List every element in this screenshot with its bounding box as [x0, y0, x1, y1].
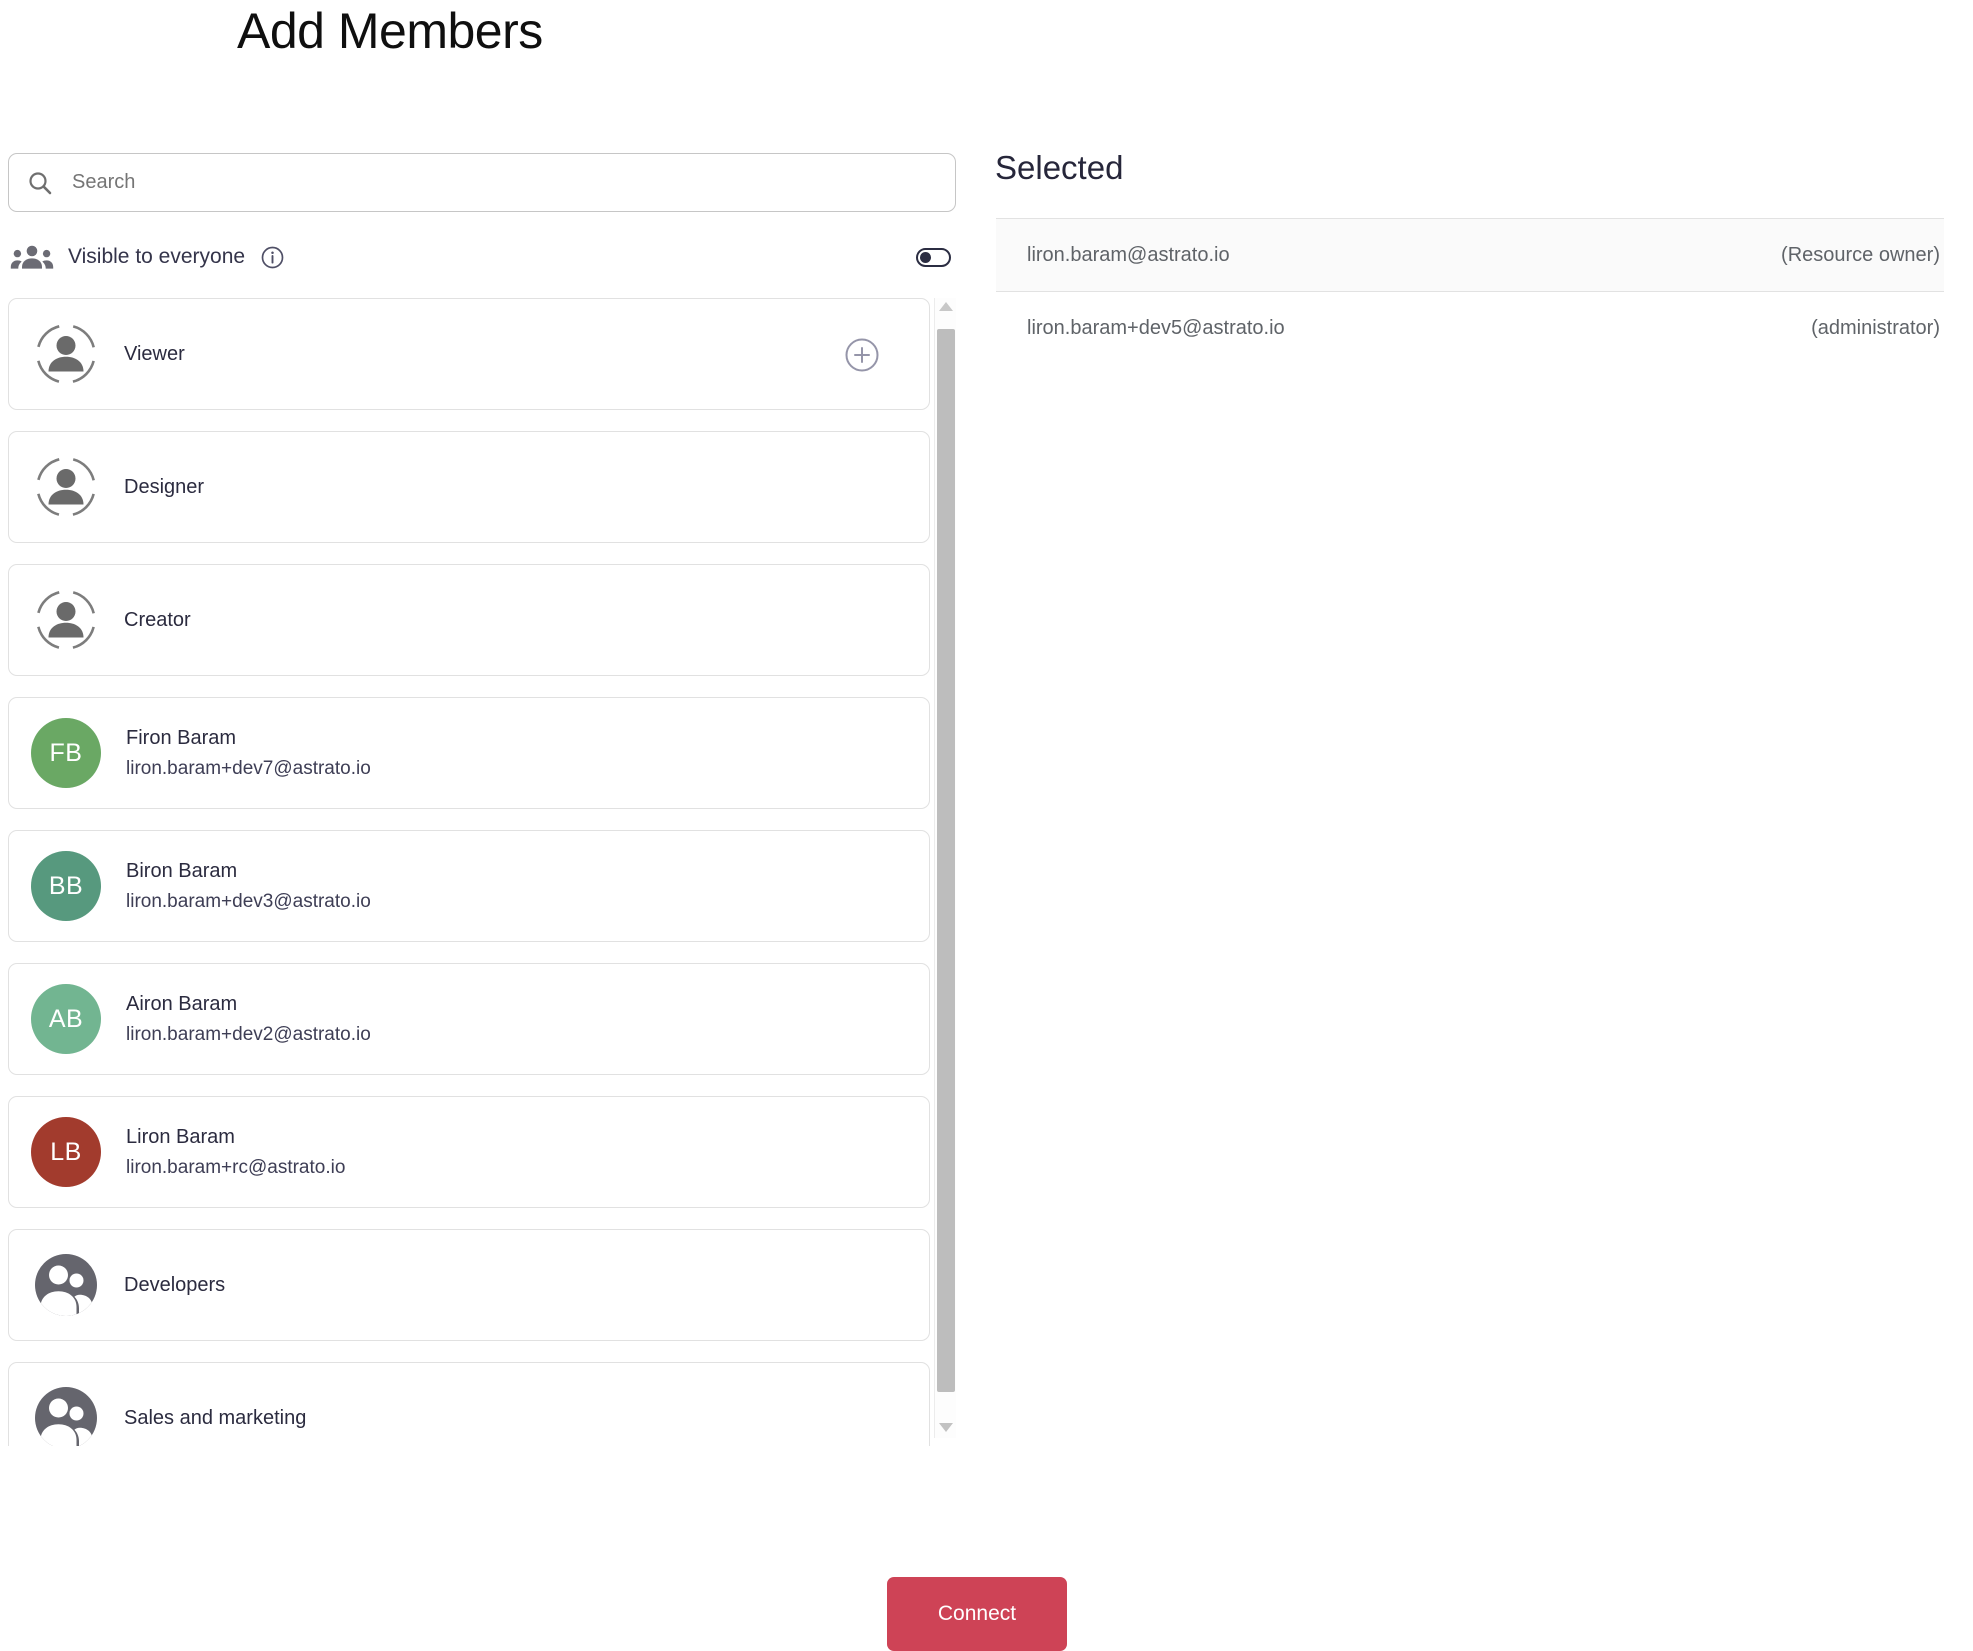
- avatar: BB: [31, 851, 101, 921]
- group-avatar-icon: [35, 1387, 97, 1446]
- member-email: liron.baram+rc@astrato.io: [126, 1156, 346, 1178]
- page-title: Add Members: [237, 3, 543, 59]
- user-info: Firon Baram liron.baram+dev7@astrato.io: [126, 727, 371, 780]
- member-email: liron.baram+dev3@astrato.io: [126, 890, 371, 912]
- member-card-group[interactable]: Sales and marketing: [8, 1362, 930, 1446]
- member-email: liron.baram+dev2@astrato.io: [126, 1023, 371, 1045]
- visibility-toggle[interactable]: [916, 247, 951, 267]
- search-box[interactable]: [8, 153, 956, 212]
- user-info: Liron Baram liron.baram+rc@astrato.io: [126, 1126, 345, 1179]
- member-label: Sales and marketing: [124, 1406, 307, 1429]
- selected-row: liron.baram@astrato.io (Resource owner): [996, 218, 1944, 291]
- member-name: Airon Baram: [126, 992, 238, 1015]
- member-card-role[interactable]: Viewer: [8, 298, 930, 410]
- scroll-thumb[interactable]: [937, 329, 955, 1392]
- scroll-up-arrow-icon[interactable]: [939, 302, 953, 311]
- member-name: Biron Baram: [126, 859, 238, 882]
- selected-list: liron.baram@astrato.io (Resource owner) li…: [996, 218, 1944, 364]
- member-label: Creator: [124, 608, 191, 631]
- role-avatar-icon: [35, 589, 97, 651]
- member-label: Developers: [124, 1273, 226, 1296]
- member-email: liron.baram+dev7@astrato.io: [126, 757, 371, 779]
- selected-email: liron.baram@astrato.io: [1027, 243, 1230, 266]
- selected-role: (Resource owner): [1781, 243, 1940, 266]
- member-name: Liron Baram: [126, 1125, 235, 1148]
- member-card-user[interactable]: AB Airon Baram liron.baram+dev2@astrato.io: [8, 963, 930, 1075]
- selected-heading: Selected: [995, 149, 1124, 186]
- search-icon: [29, 171, 52, 194]
- add-member-button[interactable]: [845, 338, 879, 372]
- selected-email: liron.baram+dev5@astrato.io: [1027, 316, 1285, 339]
- groups-icon: [10, 245, 54, 269]
- member-label: Viewer: [124, 342, 185, 365]
- group-avatar-icon: [35, 1254, 97, 1316]
- member-card-user[interactable]: FB Firon Baram liron.baram+dev7@astrato.io: [8, 697, 930, 809]
- scroll-down-arrow-icon[interactable]: [939, 1423, 953, 1432]
- connect-button[interactable]: Connect: [887, 1577, 1067, 1651]
- member-label: Designer: [124, 475, 205, 498]
- visibility-label: Visible to everyone: [68, 245, 246, 268]
- member-card-role[interactable]: Designer: [8, 431, 930, 543]
- avatar: FB: [31, 718, 101, 788]
- toggle-knob: [920, 251, 931, 263]
- member-card-user[interactable]: LB Liron Baram liron.baram+rc@astrato.io: [8, 1096, 930, 1208]
- avatar: LB: [31, 1117, 101, 1187]
- search-input[interactable]: [70, 170, 937, 195]
- member-card-group[interactable]: Developers: [8, 1229, 930, 1341]
- user-info: Airon Baram liron.baram+dev2@astrato.io: [126, 993, 371, 1046]
- role-avatar-icon: [35, 456, 97, 518]
- scrollbar[interactable]: [934, 298, 956, 1438]
- members-list: Viewer Designer Creator FB Firon Baram liro…: [8, 298, 956, 1446]
- role-avatar-icon: [35, 323, 97, 385]
- visibility-row: Visible to everyone: [10, 239, 956, 275]
- info-icon[interactable]: [261, 246, 284, 269]
- avatar: AB: [31, 984, 101, 1054]
- member-card-role[interactable]: Creator: [8, 564, 930, 676]
- user-info: Biron Baram liron.baram+dev3@astrato.io: [126, 860, 371, 913]
- member-name: Firon Baram: [126, 726, 237, 749]
- selected-row: liron.baram+dev5@astrato.io (administrato…: [996, 291, 1944, 364]
- member-card-user[interactable]: BB Biron Baram liron.baram+dev3@astrato.io: [8, 830, 930, 942]
- selected-role: (administrator): [1811, 316, 1940, 339]
